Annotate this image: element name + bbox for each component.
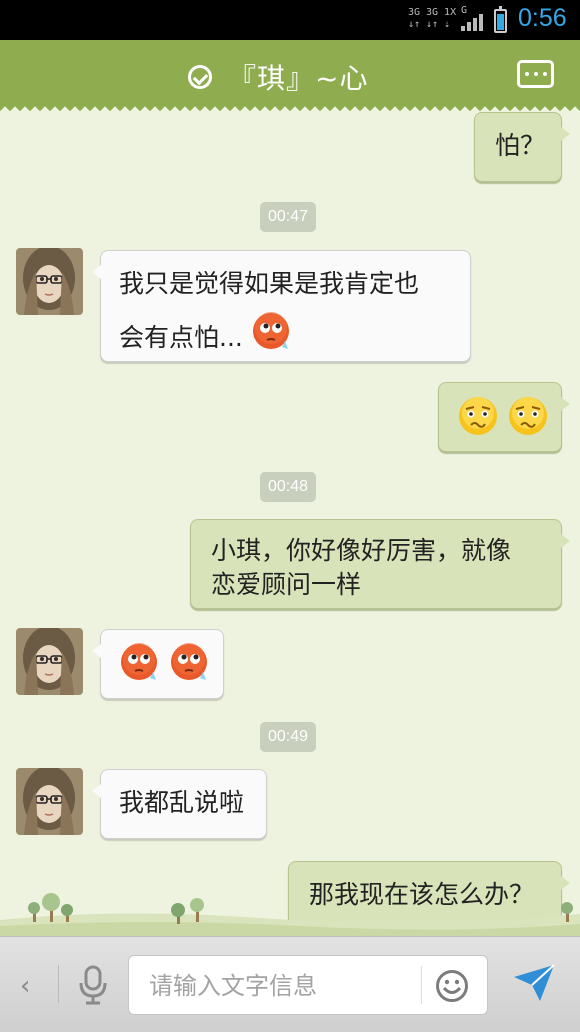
timestamp-chip: 00:48 (260, 472, 317, 502)
status-bar: 3G ↓↑ 3G 1X ↓↑ ⇣ G 0:56 (0, 0, 580, 40)
microphone-icon[interactable] (78, 965, 108, 1005)
network-3g-label: 3G (408, 7, 421, 18)
battery-icon (494, 6, 507, 33)
message-bubble-incoming[interactable]: 我只是觉得如果是我肯定也 会有点怕... (92, 250, 471, 362)
emoji-smile-icon[interactable] (435, 969, 469, 1003)
sweat-face-icon (121, 643, 157, 680)
message-bubble-outgoing[interactable]: 那我现在该怎么办？ (288, 861, 570, 931)
contact-avatar[interactable] (16, 628, 83, 695)
message-text-line: 我只是觉得如果是我肯定也 (119, 269, 420, 298)
chat-title: 『琪』~心 (228, 62, 369, 95)
more-options-button[interactable] (517, 60, 554, 88)
divider (421, 966, 422, 1004)
message-bubble-incoming[interactable] (92, 629, 224, 699)
sweat-face-icon (252, 312, 289, 349)
input-bar: ‹ (0, 936, 580, 1032)
sweat-face-icon (170, 643, 207, 680)
divider (58, 965, 59, 1003)
message-bubble-outgoing[interactable]: 小琪，你好像好厉害，就像 恋爱顾问一样 (190, 519, 570, 609)
network-1x-label: 3G 1X (426, 7, 457, 18)
network-3g-arrows: ↓↑ (408, 19, 421, 30)
message-text: 我都乱说啦 (119, 788, 245, 817)
message-text: 那我现在该怎么办？ (309, 880, 535, 909)
message-text-line: 小琪，你好像好厉害，就像 (211, 536, 512, 565)
worried-face-icon (459, 397, 497, 435)
timestamp-chip: 00:47 (260, 202, 317, 232)
network-1x-arrows: ↓↑ ⇣ (426, 19, 451, 30)
message-text-line: 恋爱顾问一样 (211, 570, 362, 599)
timestamp-chip: 00:49 (260, 722, 317, 752)
status-clock: 0:56 (518, 4, 567, 32)
message-bubble-outgoing[interactable] (438, 382, 570, 452)
message-input-box (128, 955, 488, 1016)
online-check-icon (188, 65, 212, 89)
worried-face-icon (508, 397, 547, 435)
signal-icon (461, 13, 483, 31)
chat-title-group[interactable]: 『琪』~心 (188, 57, 368, 97)
message-input[interactable] (129, 956, 441, 1016)
message-bubble-incoming[interactable]: 我都乱说啦 (92, 769, 267, 839)
message-list[interactable]: 怕？ 00:47 我只是觉得如果是我肯定也 会有点怕... 00:48 小琪，你… (0, 106, 580, 932)
message-text-row: 会有点怕... (119, 312, 470, 355)
contact-avatar[interactable] (16, 248, 83, 315)
send-icon[interactable] (512, 963, 556, 1003)
message-bubble-outgoing[interactable]: 怕？ (474, 112, 570, 182)
message-text-line: 会有点怕... (119, 323, 243, 352)
message-text: 怕？ (495, 131, 546, 160)
chat-header: 『琪』~心 (0, 40, 580, 112)
contact-avatar[interactable] (16, 768, 83, 835)
back-chevron-icon[interactable]: ‹ (20, 971, 30, 1001)
